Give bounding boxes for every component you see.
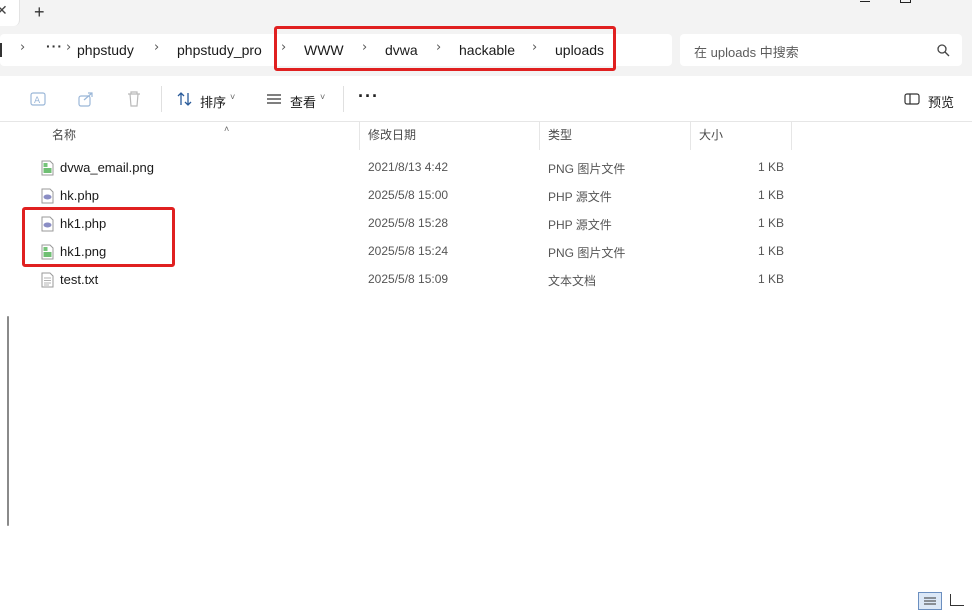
file-row-dvwa-email-png[interactable]: dvwa_email.png 2021/8/13 4:42 PNG 图片文件 1… [20,154,972,182]
sort-icon[interactable] [176,90,194,108]
file-modified: 2025/5/8 15:09 [368,272,449,286]
sort-button[interactable]: 排序 [200,92,226,111]
breadcrumb-item-phpstudy[interactable]: phpstudy [77,42,134,58]
column-header-row: 名称 ˄ 修改日期 类型 大小 [20,122,972,150]
column-header-size[interactable]: 大小 [691,122,792,150]
txt-file-icon [41,272,54,288]
minimize-button[interactable] [846,0,886,8]
chevron-right-icon[interactable]: › [20,40,25,55]
maximize-button[interactable] [886,0,926,8]
file-size: 1 KB [757,188,784,202]
column-header-modified[interactable]: 修改日期 [360,122,540,150]
php-file-icon [41,188,54,204]
file-modified: 2025/5/8 15:00 [368,188,449,202]
details-view-icon [924,597,936,605]
path-highlight-box [274,26,616,71]
chevron-right-icon[interactable]: › [66,40,71,55]
file-size: 1 KB [757,272,784,286]
search-icon[interactable] [936,43,950,57]
column-header-modified-label: 修改日期 [368,128,417,142]
files-highlight-box [22,207,175,267]
navigation-pane-scrollbar[interactable] [0,122,20,592]
close-window-button[interactable] [930,0,970,8]
breadcrumb-overflow-button[interactable]: ··· [46,38,63,54]
search-input[interactable]: 在 uploads 中搜索 [694,42,799,61]
sort-ascending-icon: ˄ [224,124,230,134]
file-type: PNG 图片文件 [548,246,626,260]
file-type: PHP 源文件 [548,218,612,232]
search-box[interactable]: 在 uploads 中搜索 [680,34,962,66]
column-header-name[interactable]: 名称 ˄ [44,122,360,150]
file-type: PNG 图片文件 [548,162,626,176]
active-tab[interactable]: ✕ [0,0,20,26]
title-bar: ✕ + [0,0,972,26]
share-icon[interactable] [77,90,95,108]
file-row-hk-php[interactable]: hk.php 2025/5/8 15:00 PHP 源文件 1 KB [20,182,972,210]
file-modified: 2025/5/8 15:24 [368,244,449,258]
file-modified: 2021/8/13 4:42 [368,160,449,174]
file-name: hk.php [60,188,100,203]
command-bar: A 排序 ˅ 查看 ˅ ··· 预览 [0,76,972,122]
file-size: 1 KB [757,160,784,174]
view-icon[interactable] [265,90,283,108]
view-button[interactable]: 查看 [290,92,316,111]
see-more-button[interactable]: ··· [358,86,379,107]
file-row-test-txt[interactable]: test.txt 2025/5/8 15:09 文本文档 1 KB [20,266,972,294]
png-file-icon [41,160,54,176]
chevron-down-icon[interactable]: ˅ [230,92,235,102]
status-bar [0,592,972,610]
file-list: 名称 ˄ 修改日期 类型 大小 dvwa_email.png 2021/8/13… [20,122,972,592]
file-size: 1 KB [757,244,784,258]
preview-button[interactable]: 预览 [928,92,954,111]
file-size: 1 KB [757,216,784,230]
breadcrumb-item-phpstudy-pro[interactable]: phpstudy_pro [177,42,262,58]
toolbar-divider [343,86,344,112]
delete-icon[interactable] [125,90,143,108]
new-tab-button[interactable]: + [34,0,45,24]
details-view-button[interactable] [918,592,942,610]
chevron-down-icon[interactable]: ˅ [320,92,325,102]
address-row: › ··· › phpstudy › phpstudy_pro › WWW › … [0,26,972,76]
chevron-right-icon[interactable]: › [154,40,159,55]
column-header-type[interactable]: 类型 [540,122,691,150]
file-type: 文本文档 [548,274,597,288]
tiles-view-button[interactable] [950,594,964,606]
toolbar-divider [161,86,162,112]
address-bar-edge [0,43,2,57]
tab-close-icon[interactable]: ✕ [0,2,8,19]
rename-icon[interactable]: A [29,90,47,108]
column-header-name-label: 名称 [52,128,77,142]
svg-text:A: A [34,96,41,106]
file-type: PHP 源文件 [548,190,612,204]
preview-pane-icon[interactable] [903,90,921,108]
column-header-size-label: 大小 [699,128,724,142]
file-name: dvwa_email.png [60,160,154,175]
scrollbar-thumb[interactable] [7,316,9,526]
column-header-type-label: 类型 [548,128,573,142]
file-modified: 2025/5/8 15:28 [368,216,449,230]
file-name: test.txt [60,272,99,287]
